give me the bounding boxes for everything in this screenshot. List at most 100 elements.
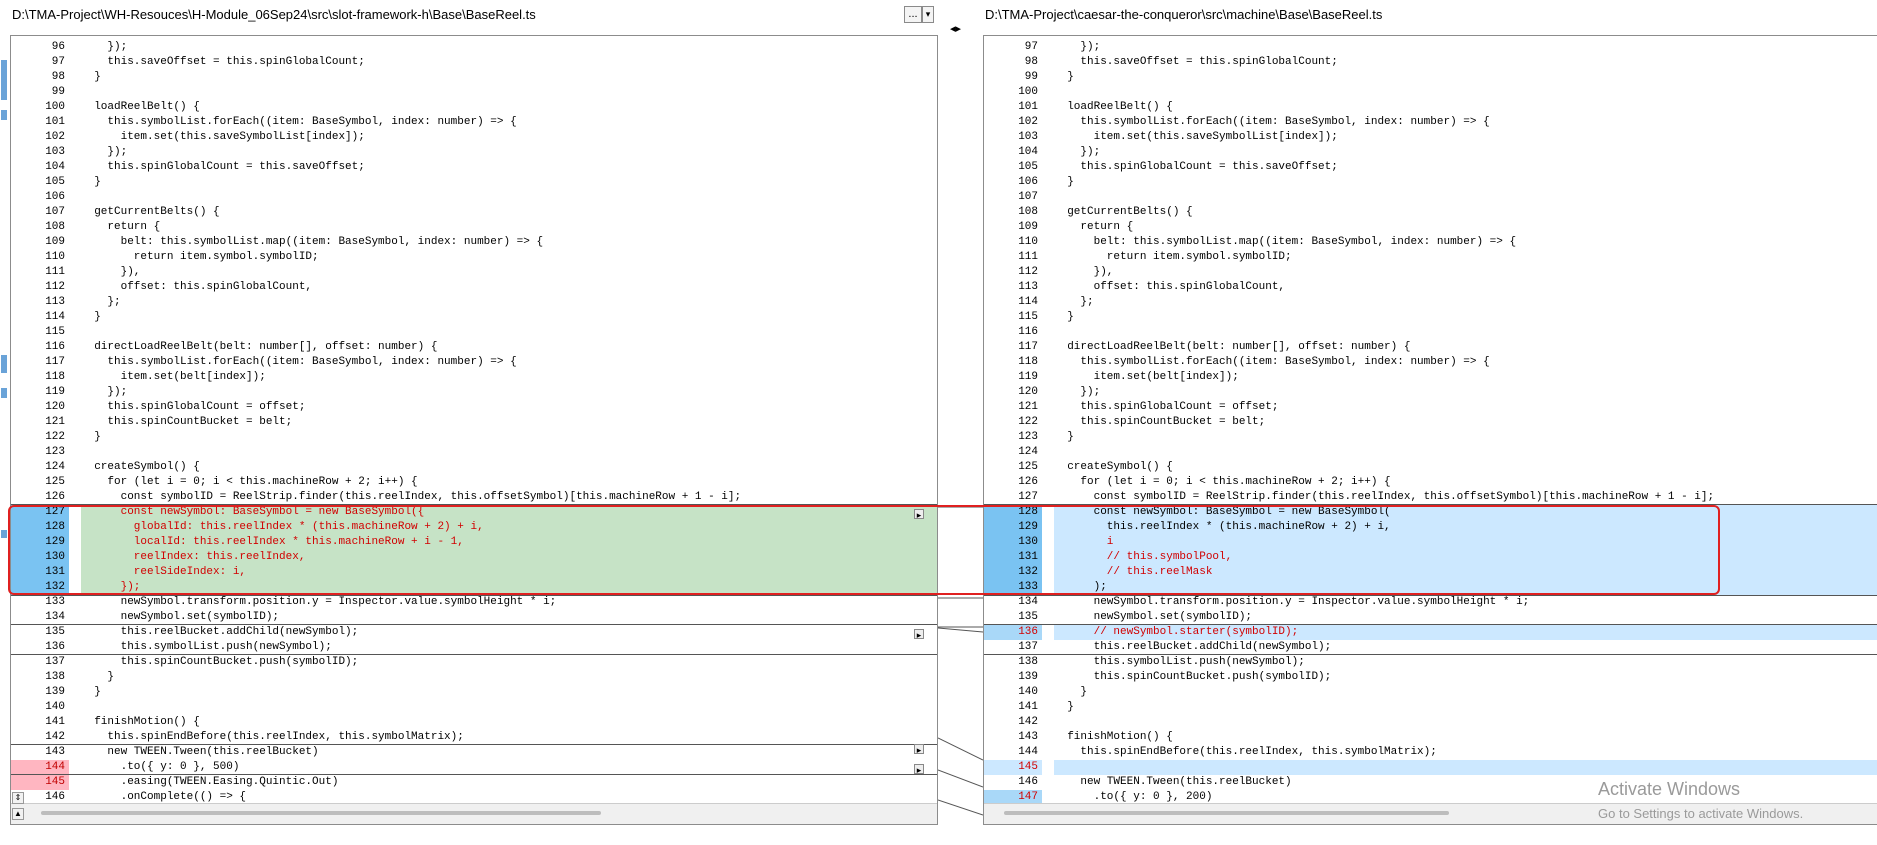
line-text[interactable]: } [1054,685,1877,700]
code-line[interactable]: 144 .to({ y: 0 }, 500) [11,760,937,775]
code-line[interactable]: 105 this.spinGlobalCount = this.saveOffs… [984,160,1877,175]
code-line[interactable]: 133 newSymbol.transform.position.y = Ins… [11,595,937,610]
code-line[interactable]: 103 item.set(this.saveSymbolList[index])… [984,130,1877,145]
line-text[interactable] [1054,445,1877,460]
line-text[interactable]: this.spinGlobalCount = this.saveOffset; [1054,160,1877,175]
line-text[interactable]: ); [1054,580,1877,595]
line-text[interactable]: this.saveOffset = this.spinGlobalCount; [81,55,937,70]
left-file-path[interactable]: D:\TMA-Project\WH-Resouces\H-Module_06Se… [12,7,536,22]
code-line[interactable]: 124 createSymbol() { [11,460,937,475]
code-line[interactable]: 138 } [11,670,937,685]
line-text[interactable]: newSymbol.transform.position.y = Inspect… [1054,595,1877,610]
code-line[interactable]: 107 [984,190,1877,205]
line-text[interactable]: loadReelBelt() { [81,100,937,115]
code-line[interactable]: 141 finishMotion() { [11,715,937,730]
code-line[interactable]: 122 } [11,430,937,445]
line-text[interactable]: }); [81,580,937,595]
line-text[interactable] [81,325,937,340]
code-line[interactable]: 129 localId: this.reelIndex * this.machi… [11,535,937,550]
line-text[interactable]: this.symbolList.push(newSymbol); [81,640,937,655]
code-line[interactable]: 111 return item.symbol.symbolID; [984,250,1877,265]
line-text[interactable]: } [1054,700,1877,715]
line-text[interactable] [1054,85,1877,100]
code-line[interactable]: 131 reelSideIndex: i, [11,565,937,580]
code-line[interactable]: 120 }); [984,385,1877,400]
code-line[interactable]: 114 }; [984,295,1877,310]
line-text[interactable]: newSymbol.set(symbolID); [1054,610,1877,625]
code-line[interactable]: 143 new TWEEN.Tween(this.reelBucket) [11,745,937,760]
line-text[interactable]: this.spinEndBefore(this.reelIndex, this.… [81,730,937,745]
line-text[interactable]: getCurrentBelts() { [1054,205,1877,220]
line-text[interactable]: this.symbolList.forEach((item: BaseSymbo… [81,355,937,370]
line-text[interactable]: reelSideIndex: i, [81,565,937,580]
code-line[interactable]: 133 ); [984,580,1877,595]
line-text[interactable]: // newSymbol.starter(symbolID); [1054,625,1877,640]
nav-up-down-icon[interactable]: ⇕ [12,792,24,804]
line-text[interactable]: } [1054,70,1877,85]
line-text[interactable]: new TWEEN.Tween(this.reelBucket) [81,745,937,760]
line-text[interactable]: globalId: this.reelIndex * (this.machine… [81,520,937,535]
line-text[interactable]: this.symbolList.forEach((item: BaseSymbo… [1054,355,1877,370]
code-line[interactable]: 128 globalId: this.reelIndex * (this.mac… [11,520,937,535]
code-line[interactable]: 117 this.symbolList.forEach((item: BaseS… [11,355,937,370]
overview-bar[interactable] [0,30,10,820]
code-line[interactable]: 98 this.saveOffset = this.spinGlobalCoun… [984,55,1877,70]
code-line[interactable]: 109 belt: this.symbolList.map((item: Bas… [11,235,937,250]
line-text[interactable]: loadReelBelt() { [1054,100,1877,115]
swap-icon[interactable]: ◂▸ [950,22,961,35]
line-text[interactable] [1054,715,1877,730]
dropdown-button[interactable]: ▾ [922,6,934,23]
line-text[interactable]: this.spinGlobalCount = offset; [1054,400,1877,415]
line-text[interactable]: } [1054,175,1877,190]
line-text[interactable]: this.reelIndex * (this.machineRow + 2) +… [1054,520,1877,535]
code-line[interactable]: 101 loadReelBelt() { [984,100,1877,115]
code-line[interactable]: 97 this.saveOffset = this.spinGlobalCoun… [11,55,937,70]
line-text[interactable]: this.symbolList.forEach((item: BaseSymbo… [81,115,937,130]
line-text[interactable]: for (let i = 0; i < this.machineRow + 2;… [81,475,937,490]
line-text[interactable] [1054,760,1877,775]
line-text[interactable]: finishMotion() { [1054,730,1877,745]
left-horizontal-scrollbar[interactable] [11,803,937,824]
code-line[interactable]: 115 } [984,310,1877,325]
code-line[interactable]: 131 // this.symbolPool, [984,550,1877,565]
code-line[interactable]: 125 createSymbol() { [984,460,1877,475]
code-line[interactable]: 141 } [984,700,1877,715]
line-text[interactable]: .to({ y: 0 }, 500) [81,760,937,775]
line-text[interactable]: const symbolID = ReelStrip.finder(this.r… [1054,490,1877,505]
code-line[interactable]: 122 this.spinCountBucket = belt; [984,415,1877,430]
copy-change-arrow-icon[interactable]: ▸ [914,509,924,520]
code-line[interactable]: 132 }); [11,580,937,595]
line-text[interactable]: this.spinEndBefore(this.reelIndex, this.… [1054,745,1877,760]
code-line[interactable]: 102 item.set(this.saveSymbolList[index])… [11,130,937,145]
line-text[interactable]: // this.symbolPool, [1054,550,1877,565]
line-text[interactable]: localId: this.reelIndex * this.machineRo… [81,535,937,550]
nav-collapse-icon[interactable]: ▲ [12,808,24,820]
line-text[interactable]: createSymbol() { [1054,460,1877,475]
right-file-path[interactable]: D:\TMA-Project\caesar-the-conqueror\src\… [985,7,1382,22]
line-text[interactable]: directLoadReelBelt(belt: number[], offse… [81,340,937,355]
line-text[interactable]: item.set(this.saveSymbolList[index]); [1054,130,1877,145]
line-text[interactable]: return item.symbol.symbolID; [1054,250,1877,265]
line-text[interactable] [1054,190,1877,205]
line-text[interactable]: item.set(belt[index]); [81,370,937,385]
code-line[interactable]: 130 reelIndex: this.reelIndex, [11,550,937,565]
code-line[interactable]: 143 finishMotion() { [984,730,1877,745]
right-editor-pane[interactable]: 97 }); 98 this.saveOffset = this.spinGlob… [983,35,1877,825]
code-line[interactable]: 119 item.set(belt[index]); [984,370,1877,385]
code-line[interactable]: 126 for (let i = 0; i < this.machineRow … [984,475,1877,490]
code-line[interactable]: 123 } [984,430,1877,445]
line-text[interactable]: this.spinGlobalCount = offset; [81,400,937,415]
line-text[interactable] [81,85,937,100]
line-text[interactable]: offset: this.spinGlobalCount, [81,280,937,295]
code-line[interactable]: 139 this.spinCountBucket.push(symbolID); [984,670,1877,685]
line-text[interactable]: }); [81,145,937,160]
line-text[interactable]: this.symbolList.push(newSymbol); [1054,655,1877,670]
code-line[interactable]: 99 [11,85,937,100]
line-text[interactable] [81,445,937,460]
code-line[interactable]: 110 return item.symbol.symbolID; [11,250,937,265]
code-line[interactable]: 123 [11,445,937,460]
line-text[interactable]: return { [1054,220,1877,235]
line-text[interactable]: item.set(this.saveSymbolList[index]); [81,130,937,145]
line-text[interactable]: }); [81,385,937,400]
line-text[interactable]: createSymbol() { [81,460,937,475]
